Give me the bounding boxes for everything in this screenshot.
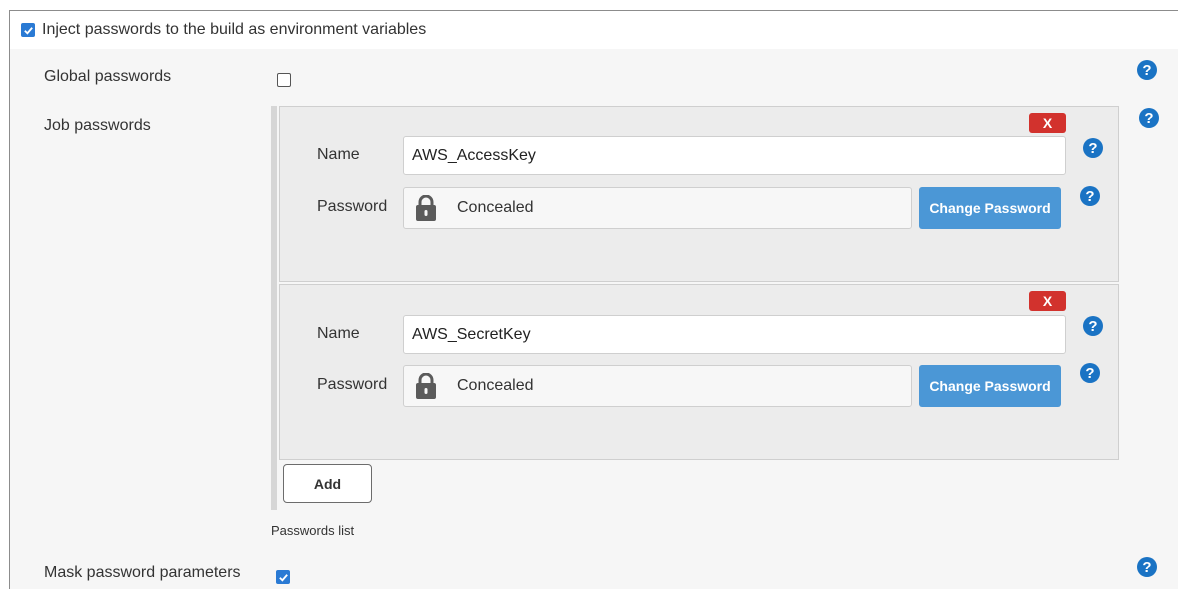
job-passwords-label: Job passwords xyxy=(44,117,151,134)
concealed-password-field: Concealed xyxy=(403,187,912,229)
name-label: Name xyxy=(317,146,360,163)
password-injection-panel: Inject passwords to the build as environ… xyxy=(9,10,1178,589)
name-label: Name xyxy=(317,325,360,342)
password-settings-section: Global passwords ? Job passwords ? X Nam… xyxy=(10,49,1178,589)
help-icon[interactable]: ? xyxy=(1080,186,1100,206)
delete-entry-button[interactable]: X xyxy=(1029,113,1066,133)
help-icon[interactable]: ? xyxy=(1083,138,1103,158)
help-icon[interactable]: ? xyxy=(1080,363,1100,383)
help-icon[interactable]: ? xyxy=(1139,108,1159,128)
mask-password-checkbox[interactable] xyxy=(276,570,290,584)
inject-passwords-label: Inject passwords to the build as environ… xyxy=(42,21,427,38)
checkmark-icon xyxy=(278,573,288,582)
list-bar xyxy=(271,106,277,510)
password-entry: X Name AWS_SecretKey ? Password Conceale… xyxy=(279,284,1119,460)
concealed-text: Concealed xyxy=(457,377,534,394)
inject-passwords-checkbox[interactable] xyxy=(21,23,35,37)
concealed-text: Concealed xyxy=(457,199,534,216)
add-password-button[interactable]: Add xyxy=(283,464,372,503)
name-input[interactable]: AWS_AccessKey xyxy=(403,136,1066,175)
password-label: Password xyxy=(317,198,388,215)
delete-entry-button[interactable]: X xyxy=(1029,291,1066,311)
password-entry: X Name AWS_AccessKey ? Password Conceale… xyxy=(279,106,1119,282)
lock-icon xyxy=(416,373,436,399)
help-icon[interactable]: ? xyxy=(1137,557,1157,577)
help-icon[interactable]: ? xyxy=(1137,60,1157,80)
name-input[interactable]: AWS_SecretKey xyxy=(403,315,1066,354)
global-passwords-checkbox[interactable] xyxy=(277,73,291,87)
inject-passwords-row: Inject passwords to the build as environ… xyxy=(10,11,1178,49)
mask-password-label: Mask password parameters xyxy=(44,564,241,581)
checkmark-icon xyxy=(23,26,33,35)
change-password-button[interactable]: Change Password xyxy=(919,365,1061,407)
global-passwords-label: Global passwords xyxy=(44,68,172,85)
password-label: Password xyxy=(317,376,388,393)
concealed-password-field: Concealed xyxy=(403,365,912,407)
help-icon[interactable]: ? xyxy=(1083,316,1103,336)
lock-icon xyxy=(416,195,436,221)
change-password-button[interactable]: Change Password xyxy=(919,187,1061,229)
passwords-list-note: Passwords list xyxy=(271,523,355,538)
